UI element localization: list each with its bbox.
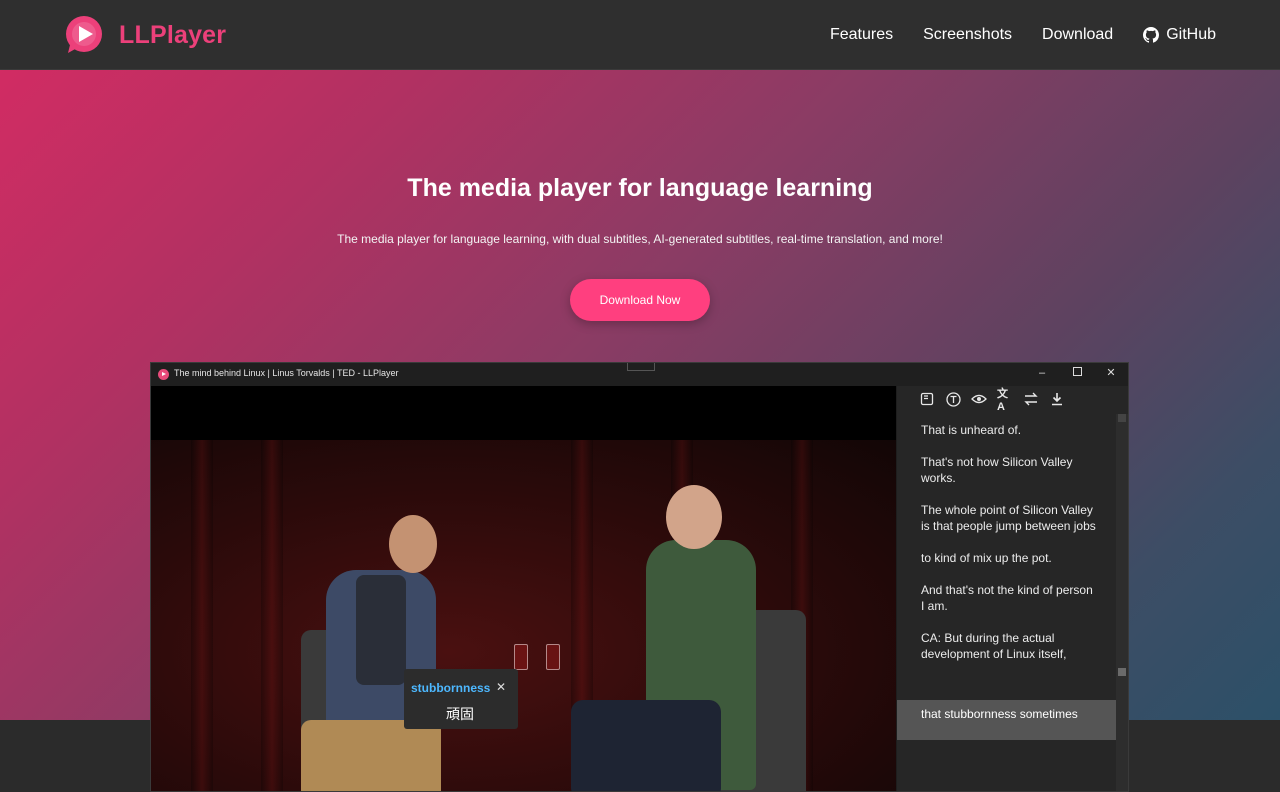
subtitle-line[interactable]: to kind of mix up the pot.: [921, 550, 1096, 566]
glass: [514, 644, 528, 670]
popup-word: stubbornness: [411, 681, 491, 695]
subtitle-list: That is unheard of. That's not how Silic…: [921, 422, 1096, 678]
subtitle-sidebar: 文A That is unheard of. That's not how Si…: [897, 386, 1128, 791]
nav-link-label: Download: [1042, 26, 1114, 43]
scroll-thumb[interactable]: [1118, 668, 1126, 676]
hero-subtitle: The media player for language learning, …: [337, 232, 943, 246]
subtitle-line[interactable]: The whole point of Silicon Valley is tha…: [921, 502, 1096, 534]
subtitle-line-selected[interactable]: that stubbornness sometimes: [897, 700, 1116, 740]
github-icon: [1143, 27, 1160, 43]
text-icon[interactable]: [945, 391, 961, 407]
app-screenshot: The mind behind Linux | Linus Torvalds |…: [150, 362, 1129, 792]
subtitle-line[interactable]: CA: But during the actual development of…: [921, 630, 1096, 662]
window-title: The mind behind Linux | Linus Torvalds |…: [174, 368, 399, 378]
subtitle-line[interactable]: That's not how Silicon Valley works.: [921, 454, 1096, 486]
hero-title: The media player for language learning: [407, 174, 873, 202]
close-icon[interactable]: ✕: [1104, 366, 1118, 380]
brand-name: LLPlayer: [119, 20, 227, 49]
nav-link-download[interactable]: Download: [1042, 26, 1113, 44]
book-icon[interactable]: [919, 391, 935, 407]
maximize-icon[interactable]: [1070, 366, 1084, 380]
popup-translation: 頑固: [446, 706, 474, 722]
subtitle-toolbar: 文A: [919, 388, 1065, 413]
glass: [546, 644, 560, 670]
curtain: [261, 440, 283, 791]
word-popup[interactable]: stubbornness ✕ 頑固: [404, 669, 518, 729]
download-icon[interactable]: [1049, 391, 1065, 407]
selected-subtitle-text: that stubbornness sometimes: [921, 707, 1078, 721]
subtitle-line[interactable]: And that's not the kind of person I am.: [921, 582, 1096, 614]
nav-link-label: Screenshots: [923, 26, 1013, 43]
download-now-button[interactable]: Download Now: [570, 279, 710, 321]
drag-handle[interactable]: [627, 363, 655, 371]
swap-icon[interactable]: [1023, 391, 1039, 407]
nav-link-label: GitHub: [1166, 26, 1216, 43]
video-frame: [151, 440, 896, 791]
window-titlebar: The mind behind Linux | Linus Torvalds |…: [151, 363, 1128, 386]
subtitle-scrollbar[interactable]: [1116, 414, 1128, 791]
nav-links: Features Screenshots Download GitHub: [830, 0, 1216, 70]
hero-section: The media player for language learning T…: [0, 70, 1280, 792]
nav-link-label: Features: [829, 26, 894, 43]
eye-icon[interactable]: [971, 391, 987, 407]
nav-link-features[interactable]: Features: [830, 26, 893, 44]
top-nav: LLPlayer Features Screenshots Download G…: [0, 0, 1280, 70]
llplayer-logo-icon: [64, 15, 104, 55]
translate-icon[interactable]: 文A: [997, 388, 1013, 413]
app-icon: [158, 369, 169, 380]
popup-close-icon[interactable]: ✕: [496, 680, 506, 694]
subtitle-line[interactable]: That is unheard of.: [921, 422, 1096, 438]
nav-link-screenshots[interactable]: Screenshots: [923, 26, 1012, 44]
curtain: [191, 440, 213, 791]
scroll-up-arrow[interactable]: [1118, 414, 1126, 422]
brand[interactable]: LLPlayer: [64, 15, 226, 55]
video-area[interactable]: stubbornness ✕ 頑固: [151, 386, 896, 791]
minimize-icon[interactable]: –: [1035, 366, 1049, 380]
nav-link-github[interactable]: GitHub: [1143, 26, 1216, 44]
